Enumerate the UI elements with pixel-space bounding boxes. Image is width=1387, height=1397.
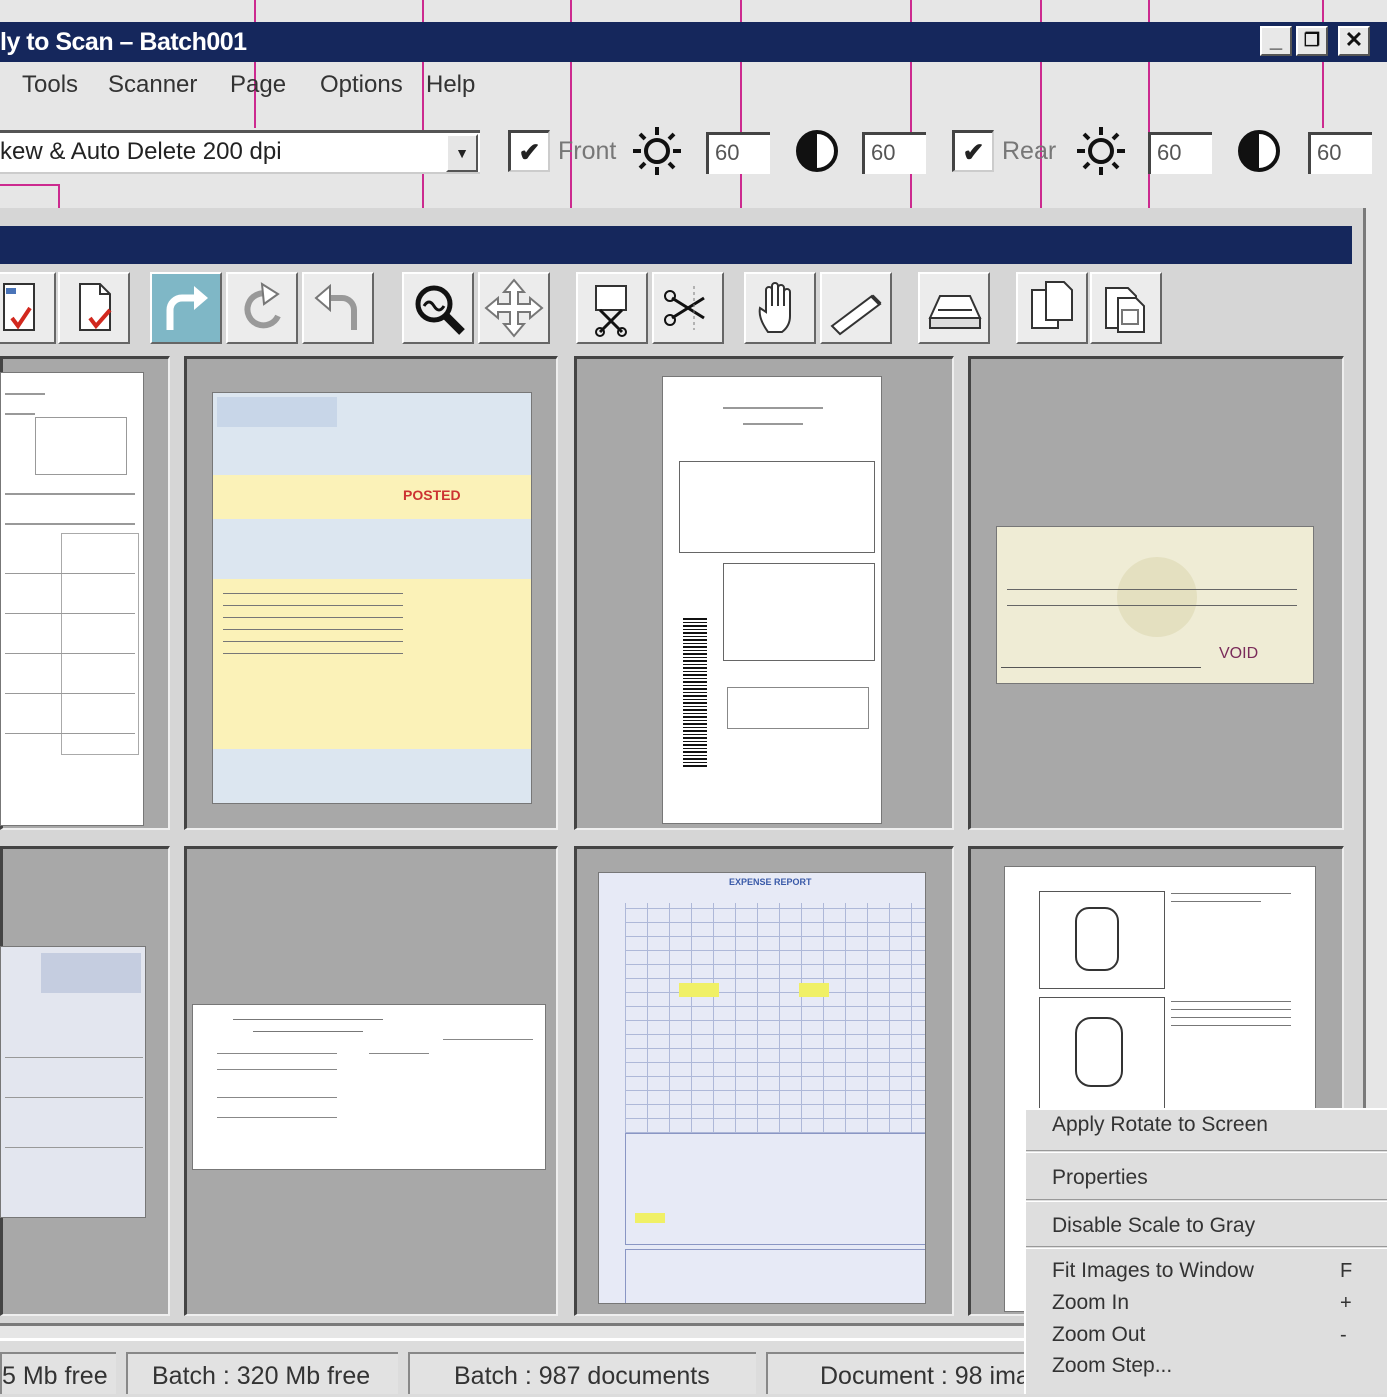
page-layout-icon[interactable] xyxy=(1090,272,1162,344)
document-thumbnail[interactable]: EXPENSE REPORT xyxy=(598,872,926,1304)
document-thumbnail[interactable]: POSTED xyxy=(212,392,532,804)
context-shortcut-fit: F xyxy=(1340,1260,1353,1282)
cut-icon[interactable] xyxy=(652,272,724,344)
status-free-space: 5 Mb free xyxy=(0,1352,116,1394)
menu-help[interactable]: Help xyxy=(426,68,475,102)
document-thumbnail[interactable] xyxy=(662,376,882,824)
profile-select-value: kew & Auto Delete 200 dpi xyxy=(0,138,282,165)
status-batch-space: Batch : 320 Mb free xyxy=(126,1352,398,1394)
context-item-zoom-out[interactable]: Zoom Out xyxy=(1052,1320,1145,1350)
status-document-images: Document : 98 ima xyxy=(766,1352,1028,1394)
void-stamp: VOID xyxy=(1219,645,1259,662)
menu-options[interactable]: Options xyxy=(320,68,403,102)
menu-tools[interactable]: Tools xyxy=(22,68,78,102)
front-brightness-input[interactable]: 60 xyxy=(706,132,770,174)
document-thumbnail[interactable] xyxy=(0,372,144,826)
menu-separator xyxy=(1026,1246,1387,1249)
viewer-header xyxy=(0,226,1352,264)
move-icon[interactable] xyxy=(478,272,550,344)
brightness-icon xyxy=(1076,126,1126,176)
hand-icon[interactable] xyxy=(744,272,816,344)
context-item-zoom-in[interactable]: Zoom In xyxy=(1052,1288,1129,1318)
restore-button[interactable]: ❐ xyxy=(1296,26,1328,56)
brightness-icon xyxy=(632,126,682,176)
document-thumbnail[interactable]: VOID xyxy=(996,526,1314,684)
rotate-clockwise-icon[interactable] xyxy=(226,272,298,344)
window-title: ly to Scan – Batch001 xyxy=(0,28,247,56)
context-shortcut-zoom-out: - xyxy=(1340,1324,1347,1346)
context-item-apply-rotate[interactable]: Apply Rotate to Screen xyxy=(1052,1110,1268,1140)
contrast-icon xyxy=(794,128,840,174)
crop-icon[interactable] xyxy=(576,272,648,344)
document-thumbnail[interactable] xyxy=(192,1004,546,1170)
front-label: Front xyxy=(558,137,617,165)
context-shortcut-zoom-in: + xyxy=(1340,1292,1352,1314)
dropdown-arrow-icon[interactable]: ▼ xyxy=(446,134,478,172)
front-checkbox[interactable]: ✔ xyxy=(508,130,550,172)
scanner-icon[interactable] xyxy=(918,272,990,344)
menu-scanner[interactable]: Scanner xyxy=(108,68,197,102)
menu-separator xyxy=(1026,1150,1387,1153)
context-item-properties[interactable]: Properties xyxy=(1052,1163,1148,1193)
zoom-icon[interactable] xyxy=(402,272,474,344)
document-check-icon[interactable] xyxy=(58,272,130,344)
expense-report-title: EXPENSE REPORT xyxy=(729,877,812,887)
minimize-button[interactable]: _ xyxy=(1260,26,1292,56)
undo-rotate-icon[interactable] xyxy=(302,272,374,344)
contrast-icon xyxy=(1236,128,1282,174)
rotate-right-icon[interactable] xyxy=(150,272,222,344)
copy-page-icon[interactable] xyxy=(1016,272,1088,344)
rear-label: Rear xyxy=(1002,137,1057,165)
context-item-zoom-step[interactable]: Zoom Step... xyxy=(1052,1351,1172,1381)
status-batch-documents: Batch : 987 documents xyxy=(408,1352,756,1394)
posted-stamp: POSTED xyxy=(403,487,461,503)
rear-contrast-input[interactable]: 60 xyxy=(1308,132,1372,174)
rear-checkbox[interactable]: ✔ xyxy=(952,130,994,172)
close-button[interactable]: ✕ xyxy=(1338,26,1370,56)
rear-brightness-input[interactable]: 60 xyxy=(1148,132,1212,174)
menu-separator xyxy=(1026,1199,1387,1202)
document-edit-icon[interactable] xyxy=(0,272,56,344)
document-thumbnail[interactable] xyxy=(0,946,146,1218)
scanner-wand-icon[interactable] xyxy=(820,272,892,344)
menu-page[interactable]: Page xyxy=(230,68,286,102)
front-contrast-input[interactable]: 60 xyxy=(862,132,926,174)
context-item-disable-scale-to-gray[interactable]: Disable Scale to Gray xyxy=(1052,1211,1255,1241)
context-item-fit-images[interactable]: Fit Images to Window xyxy=(1052,1256,1254,1286)
